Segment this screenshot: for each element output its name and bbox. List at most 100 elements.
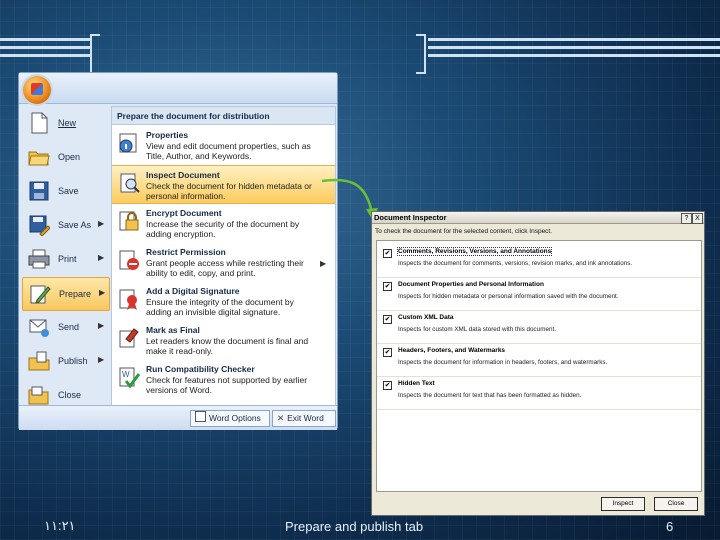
submenu-item-desc: Let readers know the document is final a… bbox=[146, 336, 309, 356]
office-logo-icon bbox=[31, 83, 43, 95]
submenu-item-desc: Check the document for hidden metadata o… bbox=[146, 181, 312, 201]
menu-item-label: Prepare bbox=[59, 289, 92, 299]
option-name[interactable]: Document Properties and Personal Informa… bbox=[398, 281, 544, 288]
submenu-arrow-icon: ▶ bbox=[98, 253, 105, 262]
header-bracket-right bbox=[416, 34, 426, 74]
menu-item-save[interactable]: Save bbox=[22, 175, 108, 207]
save-as-icon bbox=[29, 215, 50, 236]
comments-checkbox[interactable]: ✔ bbox=[383, 249, 392, 258]
submenu-header: Prepare the document for distribution bbox=[112, 107, 335, 125]
option-desc: Inspects for hidden metadata or personal… bbox=[398, 293, 619, 300]
inspect-option-properties: ✔ Document Properties and Personal Infor… bbox=[377, 278, 701, 311]
submenu-item-desc: Ensure the integrity of the document by … bbox=[146, 297, 294, 317]
header-stripe-left bbox=[0, 38, 92, 41]
submenu-item-compatibility-checker[interactable]: W Run Compatibility Checker Check for fe… bbox=[112, 360, 335, 399]
submenu-item-title: Restrict Permission bbox=[146, 247, 226, 257]
exit-x-icon: ✕ bbox=[277, 413, 285, 423]
header-stripe-right bbox=[428, 46, 720, 49]
submenu-item-title: Properties bbox=[146, 130, 189, 140]
dialog-instructions: To check the document for the selected c… bbox=[375, 228, 553, 235]
custom-xml-checkbox[interactable]: ✔ bbox=[383, 315, 392, 324]
office-menu-commands: New Open Save Save As ▶ Print ▶ Prepare … bbox=[22, 105, 110, 405]
exit-word-label: Exit Word bbox=[287, 413, 324, 423]
header-stripe-right bbox=[428, 38, 720, 41]
prepare-pen-icon bbox=[30, 285, 51, 304]
footer-time: ١١:٢١ bbox=[44, 518, 76, 533]
menu-item-publish[interactable]: Publish ▶ bbox=[22, 345, 108, 377]
menu-item-label: Publish bbox=[58, 356, 88, 366]
submenu-item-title: Add a Digital Signature bbox=[146, 286, 240, 296]
submenu-item-title: Mark as Final bbox=[146, 325, 200, 335]
submenu-item-restrict-permission[interactable]: Restrict Permission Grant people access … bbox=[112, 243, 335, 282]
restrict-permission-icon bbox=[119, 250, 139, 270]
menu-item-save-as[interactable]: Save As ▶ bbox=[22, 209, 108, 241]
open-folder-icon bbox=[28, 151, 50, 166]
word-options-button[interactable]: Word Options bbox=[190, 410, 270, 427]
submenu-item-title: Inspect Document bbox=[146, 170, 220, 180]
submenu-item-desc: Increase the security of the document by… bbox=[146, 219, 300, 239]
hidden-text-checkbox[interactable]: ✔ bbox=[383, 381, 392, 390]
close-folder-icon bbox=[28, 386, 49, 405]
help-button[interactable]: ? bbox=[681, 213, 692, 224]
submenu-item-encrypt-document[interactable]: Encrypt Document Increase the security o… bbox=[112, 204, 335, 243]
option-name[interactable]: Headers, Footers, and Watermarks bbox=[398, 347, 505, 354]
menu-item-send[interactable]: Send ▶ bbox=[22, 311, 108, 343]
dialog-title: Document Inspector bbox=[374, 213, 447, 222]
header-stripe-left bbox=[0, 54, 92, 57]
option-desc: Inspects the document for information in… bbox=[398, 359, 608, 366]
submenu-item-properties[interactable]: Properties View and edit document proper… bbox=[112, 126, 335, 165]
encrypt-lock-icon bbox=[119, 211, 139, 231]
exit-word-button[interactable]: ✕ Exit Word bbox=[272, 410, 336, 427]
submenu-item-title: Run Compatibility Checker bbox=[146, 364, 255, 374]
option-name[interactable]: Hidden Text bbox=[398, 380, 435, 387]
submenu-item-desc: Grant people access while restricting th… bbox=[146, 258, 304, 278]
header-stripe-right bbox=[428, 54, 720, 57]
headers-footers-checkbox[interactable]: ✔ bbox=[383, 348, 392, 357]
inspect-document-icon bbox=[120, 173, 140, 193]
submenu-item-desc: View and edit document properties, such … bbox=[146, 141, 311, 161]
office-button[interactable] bbox=[23, 76, 51, 104]
menu-item-label: Print bbox=[58, 254, 77, 264]
submenu-arrow-icon: ▶ bbox=[98, 355, 105, 364]
properties-icon bbox=[119, 133, 137, 153]
menu-item-prepare[interactable]: Prepare ▶ bbox=[22, 277, 110, 311]
inspect-option-headers-footers: ✔ Headers, Footers, and Watermarks Inspe… bbox=[377, 344, 701, 377]
publish-icon bbox=[28, 351, 50, 371]
header-stripe-left bbox=[0, 46, 92, 49]
submenu-item-inspect-document[interactable]: Inspect Document Check the document for … bbox=[112, 165, 335, 204]
menu-item-open[interactable]: Open bbox=[22, 141, 108, 173]
option-name[interactable]: Comments, Revisions, Versions, and Annot… bbox=[396, 247, 553, 256]
inspect-button[interactable]: Inspect bbox=[601, 497, 645, 511]
submenu-arrow-icon: ▶ bbox=[320, 259, 327, 268]
menu-item-label: Save bbox=[58, 186, 79, 196]
printer-icon bbox=[28, 249, 50, 269]
office-menu-top-bar bbox=[19, 73, 337, 104]
header-bracket-left bbox=[90, 34, 100, 74]
menu-item-print[interactable]: Print ▶ bbox=[22, 243, 108, 275]
inspect-option-hidden-text: ✔ Hidden Text Inspects the document for … bbox=[377, 377, 701, 410]
menu-item-label: Send bbox=[58, 322, 80, 332]
dialog-close-button[interactable]: Close bbox=[654, 497, 698, 511]
new-document-icon bbox=[31, 112, 48, 134]
prepare-submenu: Prepare the document for distribution Pr… bbox=[111, 106, 336, 408]
submenu-arrow-icon: ▶ bbox=[98, 321, 105, 330]
submenu-item-mark-as-final[interactable]: Mark as Final Let readers know the docum… bbox=[112, 321, 335, 360]
slide-number: 6 bbox=[666, 519, 674, 534]
submenu-item-desc: Check for features not supported by earl… bbox=[146, 375, 308, 395]
mark-as-final-icon bbox=[119, 328, 139, 348]
option-desc: Inspects for custom XML data stored with… bbox=[398, 326, 556, 333]
inspection-options-list: ✔ Comments, Revisions, Versions, and Ann… bbox=[376, 240, 702, 492]
properties-checkbox[interactable]: ✔ bbox=[383, 282, 392, 291]
menu-item-new[interactable]: New bbox=[22, 107, 108, 139]
submenu-item-digital-signature[interactable]: Add a Digital Signature Ensure the integ… bbox=[112, 282, 335, 321]
submenu-arrow-icon: ▶ bbox=[99, 288, 106, 297]
option-name[interactable]: Custom XML Data bbox=[398, 314, 454, 321]
office-menu-bottom-bar: Word Options ✕ Exit Word bbox=[19, 405, 337, 430]
word-options-icon bbox=[195, 411, 206, 422]
digital-signature-icon bbox=[119, 289, 137, 310]
dialog-close-x-button[interactable]: X bbox=[692, 213, 703, 224]
dialog-title-bar: Document Inspector bbox=[372, 212, 704, 224]
menu-item-label: New bbox=[58, 118, 77, 128]
save-disk-icon bbox=[29, 181, 49, 201]
word-options-label: Word Options bbox=[209, 413, 261, 423]
